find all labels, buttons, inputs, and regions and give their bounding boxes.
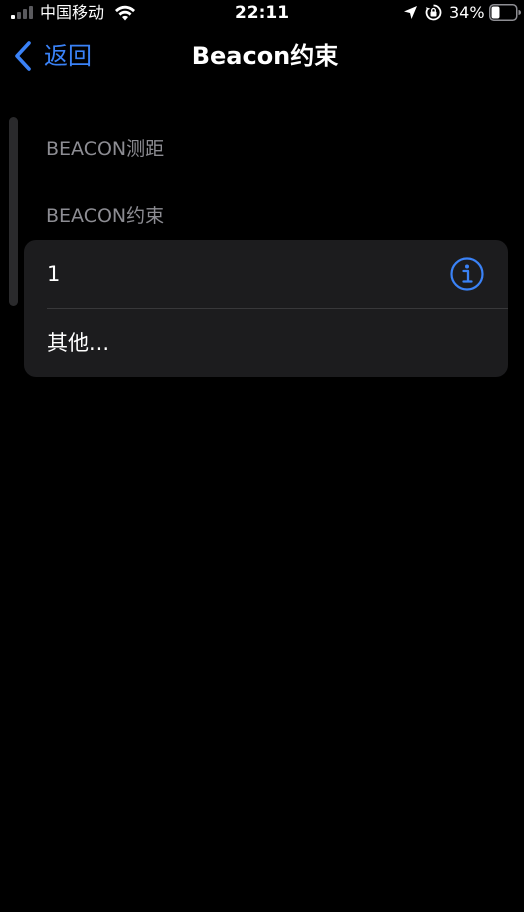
status-bar: 中国移动 22:11 34% <box>0 0 524 26</box>
battery-icon <box>489 4 521 21</box>
orientation-lock-icon <box>425 4 442 21</box>
list-item-other[interactable]: 其他... <box>24 309 508 377</box>
beacon-constraint-list: 1 其他... <box>24 240 508 377</box>
location-arrow-icon <box>404 6 417 19</box>
scroll-indicator[interactable] <box>9 117 18 306</box>
section-header-beacon-ranging: BEACON测距 <box>46 138 165 160</box>
list-item[interactable]: 1 <box>24 240 508 309</box>
list-item-label: 1 <box>47 262 61 286</box>
status-time: 22:11 <box>234 3 290 23</box>
info-icon[interactable] <box>449 256 485 292</box>
battery-percentage: 34% <box>449 3 485 22</box>
section-header-beacon-constraint: BEACON约束 <box>46 205 165 227</box>
page-title: Beacon约束 <box>191 42 339 70</box>
list-item-label: 其他... <box>47 331 110 355</box>
